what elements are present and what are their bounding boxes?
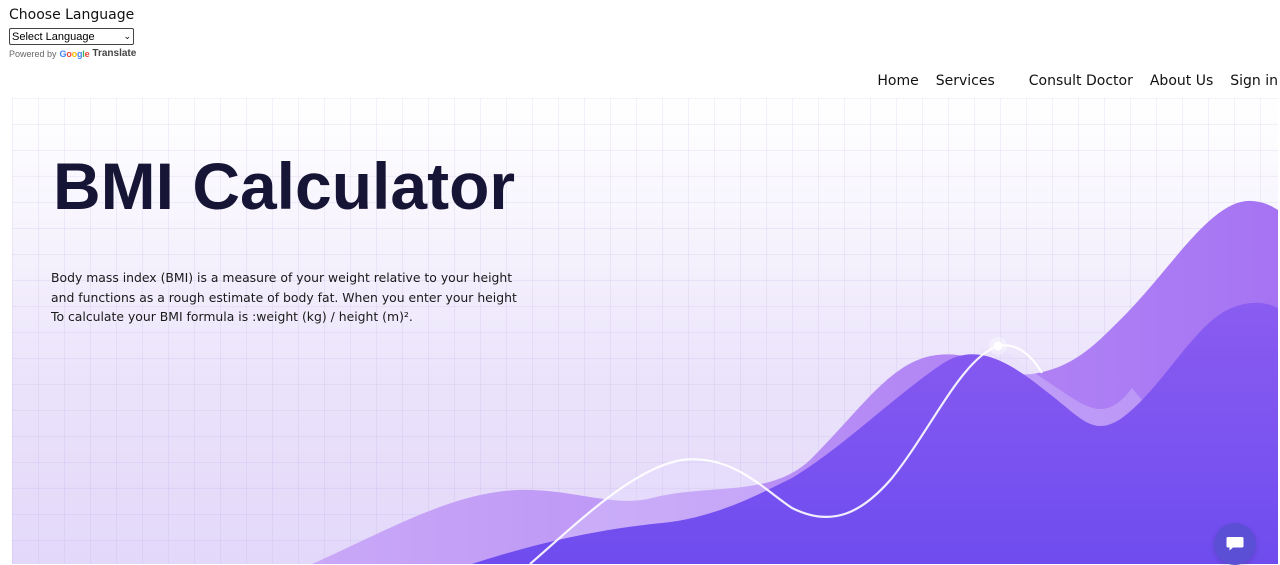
description-line: Body mass index (BMI) is a measure of yo… bbox=[51, 270, 513, 285]
chat-icon bbox=[1226, 537, 1244, 551]
powered-by-label: Powered by bbox=[9, 48, 57, 59]
main-nav: Home Services Consult Doctor About Us Si… bbox=[860, 72, 1278, 90]
translate-link[interactable]: Translate bbox=[92, 48, 136, 59]
chevron-down-icon: ⌄ bbox=[123, 31, 131, 41]
nav-home[interactable]: Home bbox=[877, 72, 918, 90]
chat-button[interactable] bbox=[1214, 523, 1256, 565]
powered-by-google-translate: Powered by Google Translate bbox=[9, 48, 136, 59]
description-line: To calculate your BMI formula is :weight… bbox=[51, 309, 413, 324]
choose-language-label: Choose Language bbox=[9, 7, 135, 23]
nav-sign-in[interactable]: Sign in bbox=[1230, 72, 1278, 90]
trend-dot bbox=[993, 341, 1003, 351]
language-widget: Choose Language Select Language ⌄ Powere… bbox=[9, 6, 136, 59]
nav-services[interactable]: Services bbox=[936, 72, 995, 90]
language-select-value: Select Language bbox=[12, 30, 95, 43]
bmi-description: Body mass index (BMI) is a measure of yo… bbox=[51, 268, 541, 327]
nav-about-us[interactable]: About Us bbox=[1150, 72, 1213, 90]
description-line: and functions as a rough estimate of bod… bbox=[51, 289, 517, 305]
language-select[interactable]: Select Language ⌄ bbox=[9, 28, 134, 45]
page-title: BMI Calculator bbox=[53, 149, 516, 223]
google-logo: Google bbox=[59, 48, 90, 59]
nav-consult-doctor[interactable]: Consult Doctor bbox=[1029, 72, 1133, 90]
